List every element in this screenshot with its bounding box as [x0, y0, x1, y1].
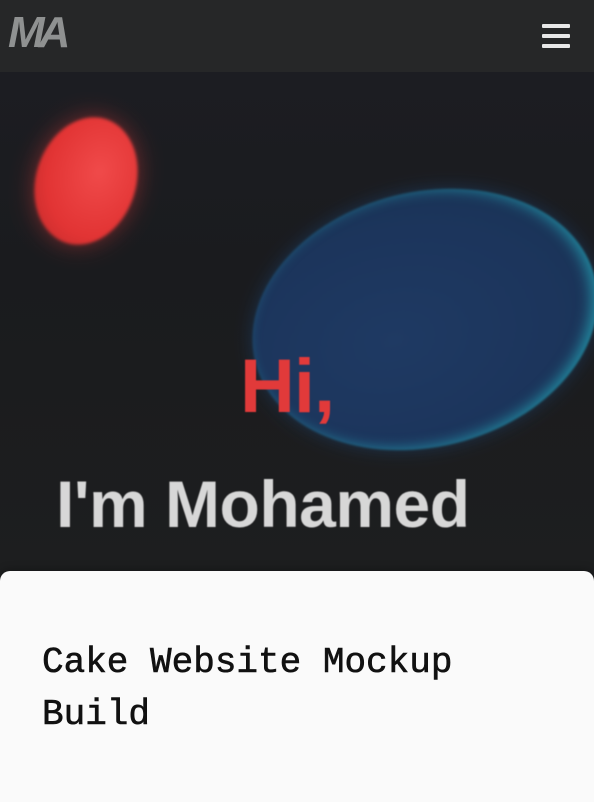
menu-bar-top — [542, 24, 570, 28]
blue-blob-decoration — [224, 153, 594, 486]
project-card-title[interactable]: Cake Website Mockup Build — [42, 637, 562, 741]
menu-bar-bottom — [542, 44, 570, 48]
hero-section: Hi, I'm Mohamed — [0, 72, 594, 572]
hamburger-menu-icon[interactable] — [540, 21, 572, 51]
hero-greeting: Hi, — [240, 344, 335, 429]
project-card[interactable]: Cake Website Mockup Build — [0, 571, 594, 802]
page: MA Hi, I'm Mohamed Cake Website Mockup B… — [0, 0, 594, 802]
red-blob-decoration — [18, 103, 154, 259]
hero-name: I'm Mohamed — [56, 467, 470, 541]
menu-bar-middle — [542, 34, 570, 38]
top-nav-bar: MA — [0, 0, 594, 72]
site-logo[interactable]: MA — [8, 9, 94, 57]
